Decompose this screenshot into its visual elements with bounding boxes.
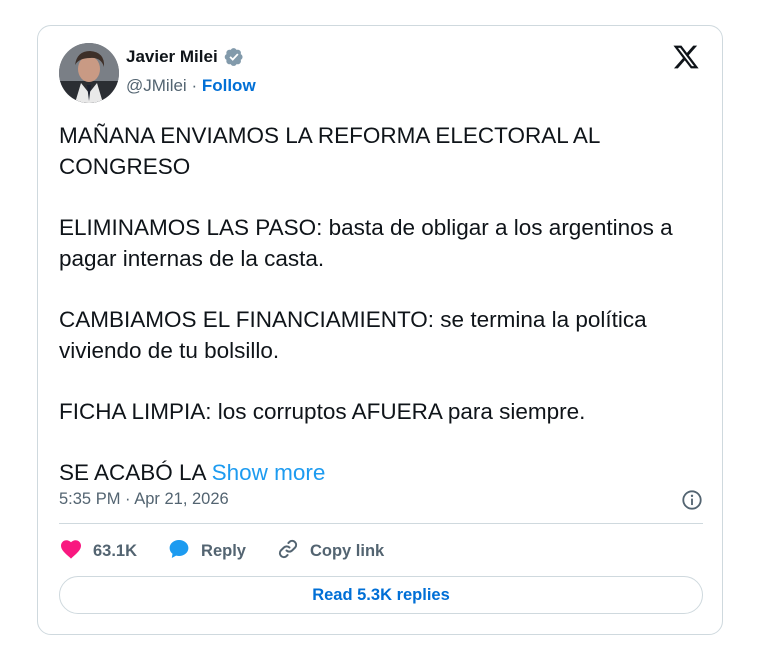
x-logo-icon[interactable] (672, 43, 700, 71)
read-replies-button[interactable]: Read 5.3K replies (59, 576, 703, 614)
verified-badge-icon (224, 47, 244, 67)
link-icon (276, 537, 300, 566)
info-icon[interactable] (681, 489, 703, 511)
avatar[interactable] (59, 43, 119, 103)
copy-link-button[interactable]: Copy link (276, 537, 384, 566)
action-bar: 63.1K Reply Copy link (59, 538, 414, 564)
copy-link-label: Copy link (309, 541, 385, 560)
like-count: 63.1K (93, 541, 138, 560)
author-handle-row: @JMilei · Follow (126, 76, 256, 96)
author-handle[interactable]: @JMilei (126, 76, 187, 95)
avatar-image (59, 43, 119, 103)
tweet-paragraph: CAMBIAMOS EL FINANCIAMIENTO: se termina … (59, 307, 647, 363)
tweet-paragraph: MAÑANA ENVIAMOS LA REFORMA ELECTORAL AL … (59, 123, 600, 179)
reply-button[interactable]: Reply (167, 537, 246, 566)
tweet-card: Javier Milei @JMilei · Follow MAÑANA ENV… (37, 25, 723, 635)
tweet-text: MAÑANA ENVIAMOS LA REFORMA ELECTORAL AL … (59, 120, 709, 488)
author-name-row: Javier Milei (126, 47, 244, 67)
tweet-paragraph: ELIMINAMOS LAS PASO: basta de obligar a … (59, 215, 673, 271)
timestamp[interactable]: 5:35 PM · Apr 21, 2026 (59, 490, 229, 509)
like-button[interactable]: 63.1K (59, 537, 137, 566)
timestamp-row: 5:35 PM · Apr 21, 2026 (59, 489, 703, 513)
tweet-last-line: SE ACABÓ LA Show more (59, 457, 709, 488)
separator-dot: · (191, 76, 202, 95)
tweet-paragraph: FICHA LIMPIA: los corruptos AFUERA para … (59, 399, 586, 424)
reply-label: Reply (201, 541, 246, 560)
speech-bubble-icon (167, 537, 191, 566)
tweet-truncated-text: SE ACABÓ LA (59, 460, 206, 485)
divider (59, 523, 703, 524)
heart-icon (59, 537, 83, 566)
author-name[interactable]: Javier Milei (126, 47, 218, 67)
show-more-link[interactable]: Show more (212, 460, 326, 485)
follow-button[interactable]: Follow (202, 76, 256, 95)
